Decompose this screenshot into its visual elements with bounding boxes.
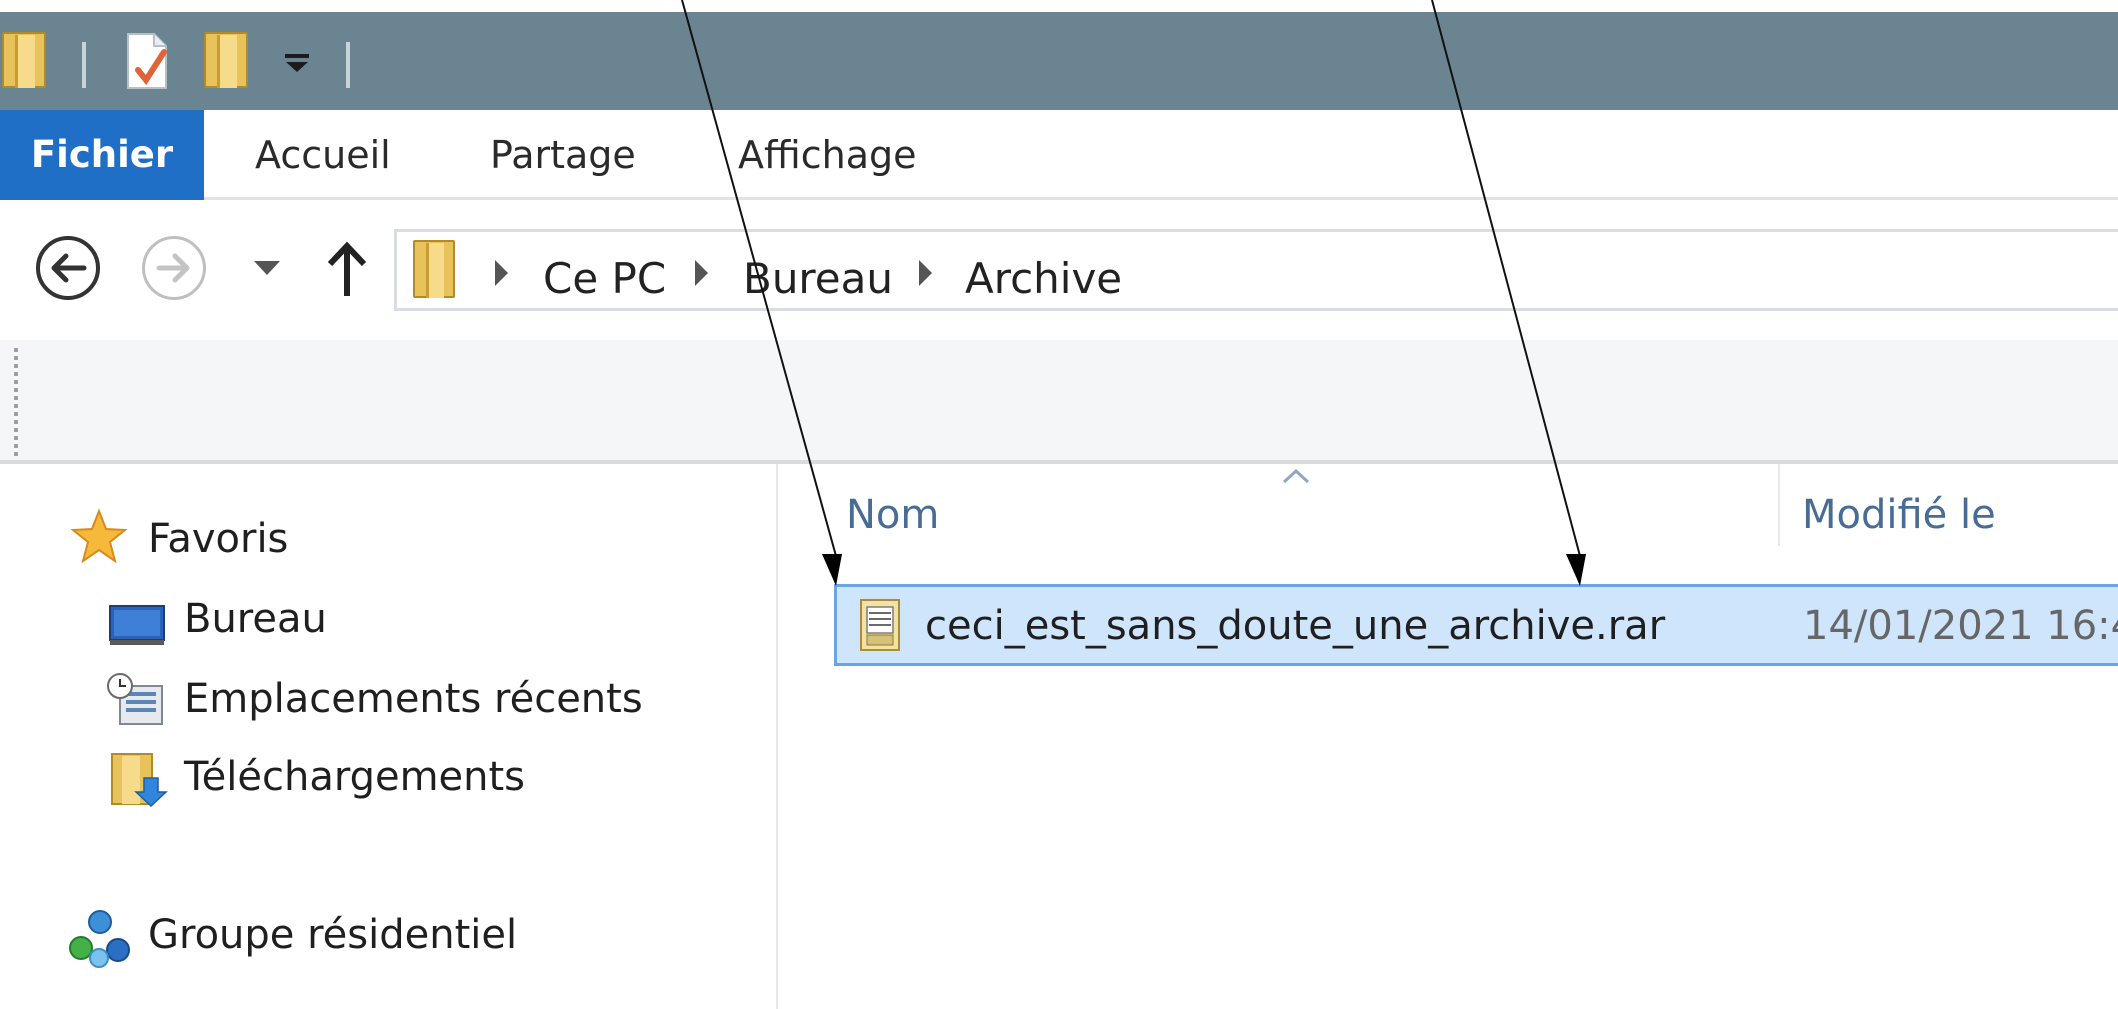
customize-toolbar-icon[interactable] xyxy=(282,48,312,78)
nav-groupe-residentiel[interactable]: Groupe résidentiel xyxy=(148,912,517,958)
breadcrumb-separator[interactable] xyxy=(919,260,932,286)
toolbar-separator xyxy=(82,42,86,88)
nav-bureau[interactable]: Bureau xyxy=(184,596,327,642)
file-row[interactable]: ceci_est_sans_doute_une_archive.rar 14/0… xyxy=(834,584,2118,666)
nav-emplacements-recents[interactable]: Emplacements récents xyxy=(184,676,643,722)
nav-telechargements[interactable]: Téléchargements xyxy=(184,754,525,800)
breadcrumb-ce-pc[interactable]: Ce PC xyxy=(543,254,666,303)
column-separator[interactable] xyxy=(1778,464,1780,546)
tab-affichage[interactable]: Affichage xyxy=(738,110,917,200)
homegroup-icon xyxy=(68,908,134,970)
back-button[interactable] xyxy=(36,236,100,300)
file-name: ceci_est_sans_doute_une_archive.rar xyxy=(925,603,1666,649)
forward-button[interactable] xyxy=(142,236,206,300)
star-icon xyxy=(70,508,128,566)
title-bar xyxy=(0,12,2118,110)
navigation-pane: Favoris Bureau Emplacements récents Télé… xyxy=(0,464,778,1009)
up-arrow-icon xyxy=(327,241,367,296)
folder-icon xyxy=(413,240,455,298)
rar-file-icon xyxy=(855,597,905,653)
new-folder-icon[interactable] xyxy=(204,32,248,88)
tab-accueil[interactable]: Accueil xyxy=(255,110,391,200)
sort-ascending-icon xyxy=(1282,468,1310,484)
breadcrumb-separator[interactable] xyxy=(695,260,708,286)
properties-icon[interactable] xyxy=(124,30,174,92)
column-header-nom[interactable]: Nom xyxy=(846,492,939,538)
forward-arrow-icon xyxy=(156,253,190,283)
nav-favorites[interactable]: Favoris xyxy=(148,516,288,562)
ribbon-tabs: Fichier Accueil Partage Affichage xyxy=(0,110,2118,200)
desktop-icon xyxy=(108,602,166,648)
breadcrumb-separator[interactable] xyxy=(495,260,508,286)
command-bar xyxy=(0,340,2118,464)
breadcrumb-archive[interactable]: Archive xyxy=(965,254,1122,303)
address-bar[interactable]: Ce PC Bureau Archive xyxy=(394,229,2118,311)
downloads-icon xyxy=(108,750,168,808)
toolbar-separator xyxy=(346,42,350,88)
tab-fichier[interactable]: Fichier xyxy=(0,110,204,200)
folder-icon[interactable] xyxy=(2,32,46,88)
breadcrumb-bureau[interactable]: Bureau xyxy=(743,254,893,303)
column-header-modifie-le[interactable]: Modifié le xyxy=(1802,492,1996,538)
recent-locations-icon[interactable] xyxy=(252,258,282,278)
up-button[interactable] xyxy=(322,238,372,300)
recent-places-icon xyxy=(106,672,166,728)
back-arrow-icon xyxy=(51,253,87,283)
toolbar-grip[interactable] xyxy=(14,348,18,460)
file-modified-date: 14/01/2021 16:47 xyxy=(1803,603,2118,649)
tab-partage[interactable]: Partage xyxy=(490,110,636,200)
